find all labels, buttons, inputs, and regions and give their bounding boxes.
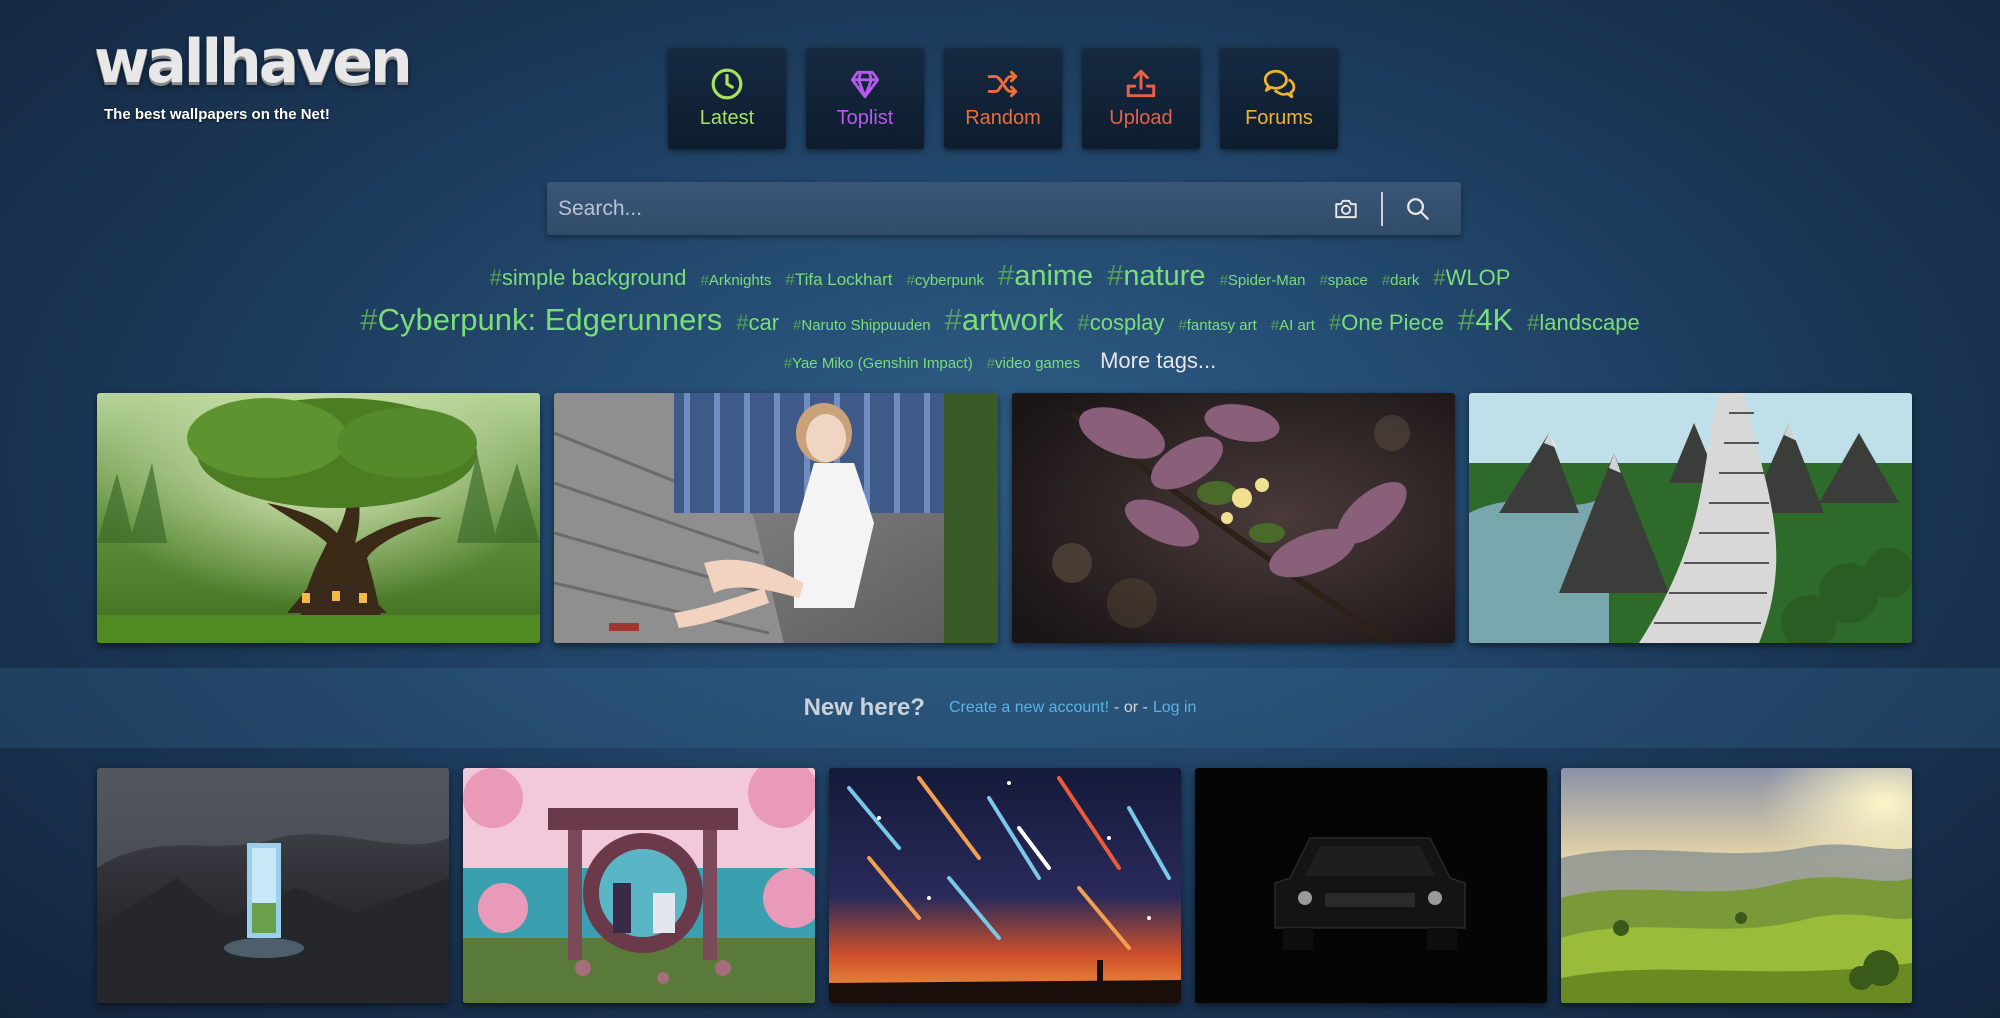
tag-link[interactable]: simple background xyxy=(490,265,687,291)
tag-link[interactable]: WLOP xyxy=(1433,265,1511,291)
wallpaper-thumbnail[interactable] xyxy=(554,393,998,643)
tag-row: simple background Arknights Tifa Lockhar… xyxy=(490,260,1511,302)
wallpaper-thumbnail[interactable] xyxy=(97,768,449,1003)
wallpaper-thumbnail[interactable] xyxy=(1012,393,1455,643)
diamond-icon xyxy=(850,70,880,98)
tag-link[interactable]: dark xyxy=(1382,272,1419,289)
wallpaper-thumbnail[interactable] xyxy=(97,393,540,643)
tag-link[interactable]: Naruto Shippuuden xyxy=(793,317,930,334)
login-link[interactable]: Log in xyxy=(1153,699,1197,717)
nav-random-button[interactable]: Random xyxy=(944,47,1062,149)
tag-link[interactable]: 4K xyxy=(1458,302,1513,338)
search-bar xyxy=(547,182,1461,235)
tag-link[interactable]: video games xyxy=(987,355,1080,372)
new-here-banner: New here? Create a new account! - or - L… xyxy=(0,668,2000,748)
tag-link[interactable]: cyberpunk xyxy=(906,272,984,289)
site-logo[interactable]: wallhaven The best wallpapers on the Net… xyxy=(94,27,413,123)
nav-toplist-label: Toplist xyxy=(836,106,894,129)
create-account-link[interactable]: Create a new account! xyxy=(949,699,1109,717)
tag-link[interactable]: nature xyxy=(1107,260,1205,293)
more-tags-link[interactable]: More tags... xyxy=(1100,348,1216,374)
tag-link[interactable]: Cyberpunk: Edgerunners xyxy=(360,302,723,338)
logo-wordmark: wallhaven xyxy=(94,27,413,97)
wallpaper-thumbnail[interactable] xyxy=(1469,393,1912,643)
tag-link[interactable]: Yae Miko (Genshin Impact) xyxy=(784,355,973,372)
search-icon[interactable] xyxy=(1401,192,1435,226)
tag-link[interactable]: cosplay xyxy=(1078,310,1165,336)
main-nav: Latest Toplist Random Upload Forums xyxy=(668,47,1338,149)
clock-icon xyxy=(711,68,743,99)
wallpaper-thumbnail[interactable] xyxy=(829,768,1181,1003)
tag-link[interactable]: artwork xyxy=(945,302,1064,338)
nav-forums-button[interactable]: Forums xyxy=(1220,47,1338,149)
tag-row: Cyberpunk: Edgerunners car Naruto Shippu… xyxy=(360,302,1640,348)
tag-link[interactable]: Spider-Man xyxy=(1220,272,1306,289)
tag-link[interactable]: AI art xyxy=(1271,317,1315,334)
tag-link[interactable]: Arknights xyxy=(701,272,772,289)
new-here-heading: New here? xyxy=(803,694,925,721)
search-divider xyxy=(1381,191,1383,226)
tag-link[interactable]: landscape xyxy=(1527,310,1639,336)
wallpaper-thumbnail[interactable] xyxy=(1195,768,1547,1003)
nav-latest-button[interactable]: Latest xyxy=(668,47,786,149)
tag-link[interactable]: car xyxy=(736,310,779,336)
upload-icon xyxy=(1126,69,1156,97)
wallpaper-thumbnail[interactable] xyxy=(1561,768,1912,1003)
tag-link[interactable]: anime xyxy=(998,260,1093,293)
tag-link[interactable]: space xyxy=(1319,272,1368,289)
search-input[interactable] xyxy=(547,182,1329,235)
tag-link[interactable]: Tifa Lockhart xyxy=(785,270,893,290)
logo-tagline: The best wallpapers on the Net! xyxy=(104,106,330,123)
nav-toplist-button[interactable]: Toplist xyxy=(806,47,924,149)
nav-upload-button[interactable]: Upload xyxy=(1082,47,1200,149)
nav-upload-label: Upload xyxy=(1109,106,1173,129)
popular-tags: simple background Arknights Tifa Lockhar… xyxy=(0,260,2000,382)
nav-latest-label: Latest xyxy=(699,106,755,129)
camera-icon[interactable] xyxy=(1329,192,1363,226)
chat-bubbles-icon xyxy=(1263,69,1296,98)
or-separator: - or - xyxy=(1114,699,1148,716)
nav-random-label: Random xyxy=(965,106,1041,129)
wallpaper-thumbnail[interactable] xyxy=(463,768,815,1003)
nav-forums-label: Forums xyxy=(1245,106,1313,129)
tag-row: Yae Miko (Genshin Impact) video games Mo… xyxy=(784,348,1216,382)
tag-link[interactable]: One Piece xyxy=(1329,310,1444,336)
tag-link[interactable]: fantasy art xyxy=(1178,317,1257,334)
shuffle-icon xyxy=(987,70,1018,97)
